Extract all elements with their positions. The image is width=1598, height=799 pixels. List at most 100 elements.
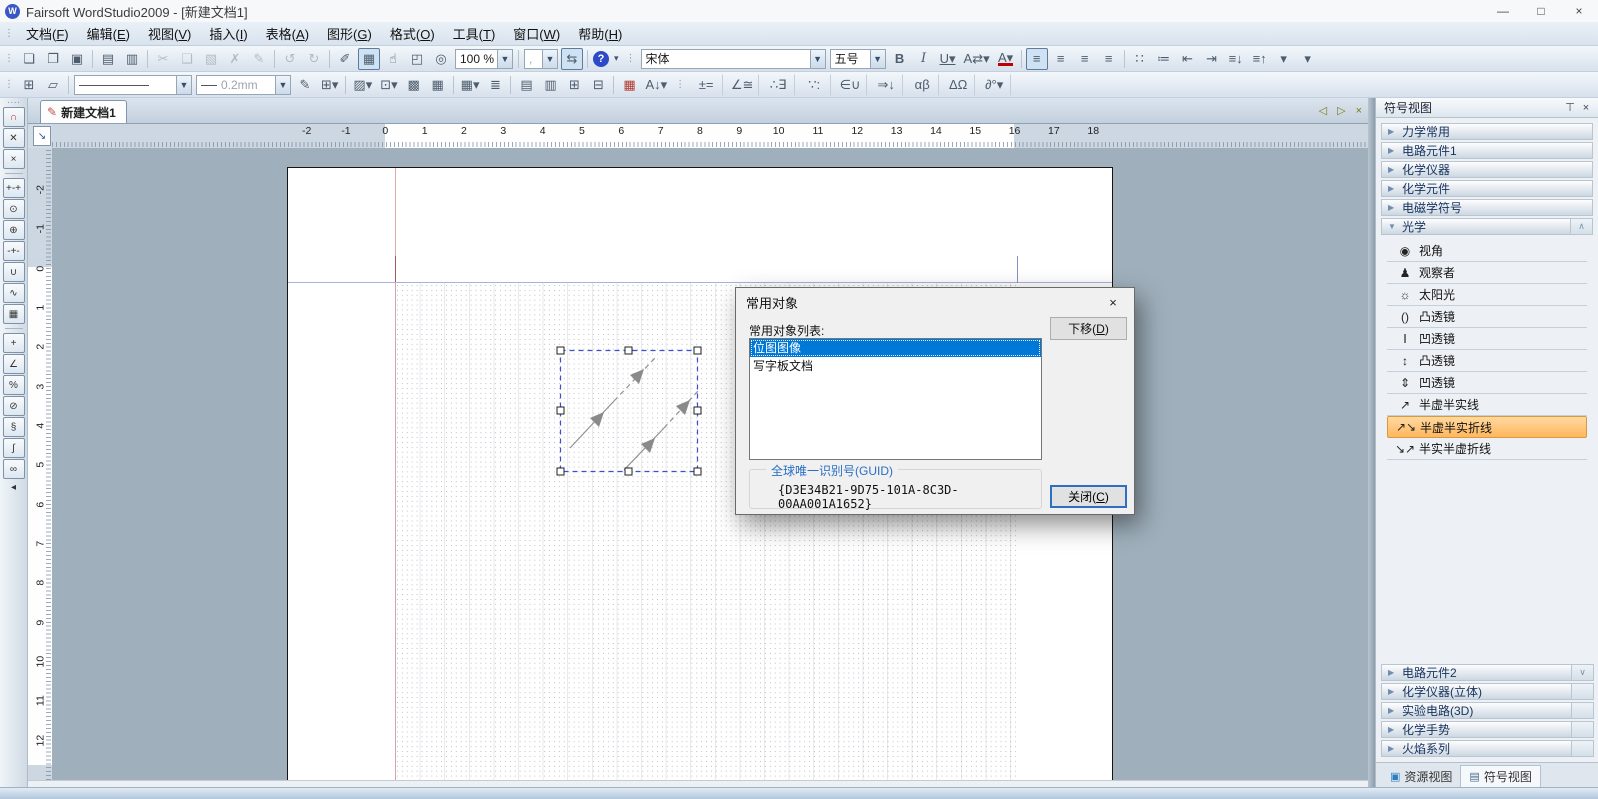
fill-effect-button[interactable]: ▨▾ xyxy=(350,74,375,96)
snap-grid-button[interactable]: ▦ xyxy=(3,304,25,324)
tab-resource-view[interactable]: ▣ 资源视图 xyxy=(1382,765,1460,787)
snap-midpoint-button[interactable]: -+- xyxy=(3,241,25,261)
category-experiment-circuit-3d[interactable]: ▶ 实验电路(3D) xyxy=(1381,702,1594,719)
list-item-bitmap-image[interactable]: 位图图像 xyxy=(750,339,1041,357)
print-preview-button[interactable]: ▥ xyxy=(121,48,143,70)
style-combo[interactable]: , ▼ xyxy=(524,49,558,69)
table-gridlines-button[interactable]: ▦ xyxy=(618,74,640,96)
math-arrow-button[interactable]: ⇒↓ xyxy=(869,74,903,96)
para-dropdown-button[interactable]: ▾ xyxy=(1273,48,1295,70)
spacing-increase-button[interactable]: ≡↑ xyxy=(1249,48,1271,70)
collapse-toolbar-button[interactable]: ◂ xyxy=(11,482,16,493)
scroll-down-icon[interactable] xyxy=(1571,684,1593,699)
redo-button[interactable]: ↻ xyxy=(303,48,325,70)
table-properties-button[interactable]: ≣ xyxy=(484,74,506,96)
split-cells-button[interactable]: ⊟ xyxy=(587,74,609,96)
math-element-button[interactable]: ∈∪ xyxy=(833,74,867,96)
category-electromagnetic[interactable]: ▶ 电磁学符号 xyxy=(1381,199,1593,216)
category-mechanics[interactable]: ▶ 力学常用 xyxy=(1381,123,1593,140)
zoom-button[interactable]: ◎ xyxy=(430,48,452,70)
menu-view[interactable]: 视图(V) xyxy=(139,21,200,46)
tab-symbol-view[interactable]: ▤ 符号视图 xyxy=(1460,765,1540,787)
zoom-rect-button[interactable]: ◰ xyxy=(406,48,428,70)
dialog-close-icon[interactable]: × xyxy=(1092,288,1134,317)
menu-help[interactable]: 帮助(H) xyxy=(569,21,631,46)
tab-scroll-left-button[interactable]: ◁ xyxy=(1314,104,1332,117)
tab-scroll-right-button[interactable]: ▷ xyxy=(1332,104,1350,117)
snap-spline-button[interactable]: § xyxy=(3,417,25,437)
draw-line-button[interactable]: ✎ xyxy=(294,74,316,96)
chevron-down-icon[interactable]: ▼ xyxy=(542,50,557,68)
save-button[interactable]: ▣ xyxy=(66,48,88,70)
scroll-down-icon[interactable] xyxy=(1571,722,1593,737)
hatch-light-button[interactable]: ▦ xyxy=(427,74,449,96)
item-view-angle[interactable]: ◉ 视角 xyxy=(1387,240,1587,262)
math-therefore-button[interactable]: ∴∃ xyxy=(761,74,795,96)
delete-button[interactable]: ✗ xyxy=(224,48,246,70)
menu-document[interactable]: 文档(F) xyxy=(17,21,78,46)
snap-perpendicular-button[interactable]: ⊘ xyxy=(3,396,25,416)
eraser-button[interactable]: ▱ xyxy=(42,74,64,96)
category-optics[interactable]: ▼ 光学 ∧ xyxy=(1381,218,1593,235)
category-circuit-2[interactable]: ▶ 电路元件2 ∨ xyxy=(1381,664,1594,681)
indent-decrease-button[interactable]: ⇤ xyxy=(1177,48,1199,70)
hatch-dense-button[interactable]: ▩ xyxy=(403,74,425,96)
snap-quadrant-button[interactable]: ⊕ xyxy=(3,220,25,240)
region-edit-button[interactable]: ⊞ xyxy=(18,74,40,96)
scroll-down-icon[interactable]: ∨ xyxy=(1571,665,1593,680)
chevron-down-icon[interactable]: ▼ xyxy=(275,76,290,94)
char-scale-button[interactable]: A⇄▾ xyxy=(961,48,993,70)
grid-toggle-button[interactable]: ▦ xyxy=(358,48,380,70)
font-color-button[interactable]: A▾ xyxy=(995,48,1017,70)
document-tab[interactable]: ✎ 新建文档1 xyxy=(40,100,127,123)
math-delta-button[interactable]: ΔΩ xyxy=(941,74,975,96)
copy-button[interactable]: ❑ xyxy=(176,48,198,70)
item-half-dashed-solid-line[interactable]: ↗ 半虚半实线 xyxy=(1387,394,1587,416)
underline-button[interactable]: U▾ xyxy=(937,48,959,70)
print-button[interactable]: ▤ xyxy=(97,48,119,70)
snap-angle-button[interactable]: ∠ xyxy=(3,354,25,374)
insert-table-button[interactable]: ▦▾ xyxy=(458,74,483,96)
merge-cells-button[interactable]: ⊞ xyxy=(563,74,585,96)
math-plusequal-button[interactable]: ±= xyxy=(689,74,723,96)
italic-button[interactable]: I xyxy=(913,48,935,70)
menu-table[interactable]: 表格(A) xyxy=(257,21,318,46)
chevron-down-icon[interactable]: ▾ xyxy=(611,53,622,64)
category-chem-instruments[interactable]: ▶ 化学仪器 xyxy=(1381,161,1593,178)
tab-close-button[interactable]: × xyxy=(1351,105,1367,117)
item-concave-lens[interactable]: Ⅰ 凹透镜 xyxy=(1387,328,1587,350)
spacing-decrease-button[interactable]: ≡↓ xyxy=(1225,48,1247,70)
pan-button[interactable]: ☝ xyxy=(382,48,404,70)
open-button[interactable]: ❐ xyxy=(42,48,64,70)
scroll-down-icon[interactable] xyxy=(1571,741,1593,756)
wrap-button[interactable]: ⇆ xyxy=(561,48,583,70)
item-half-solid-dashed-polyline[interactable]: ↘↗ 半实半虚折线 xyxy=(1387,438,1587,460)
scroll-down-icon[interactable] xyxy=(1571,703,1593,718)
math-partial-button[interactable]: ∂°▾ xyxy=(977,74,1011,96)
move-down-button[interactable]: 下移(D) xyxy=(1050,317,1127,340)
snap-loop-button[interactable]: ∞ xyxy=(3,459,25,479)
new-button[interactable]: ❏ xyxy=(18,48,40,70)
menu-window[interactable]: 窗口(W) xyxy=(504,21,569,46)
toolbar-options-button[interactable]: ▾ xyxy=(1297,48,1319,70)
format-painter-button[interactable]: ✎ xyxy=(248,48,270,70)
snap-percent-button[interactable]: % xyxy=(3,375,25,395)
pin-icon[interactable]: ⊤ xyxy=(1562,100,1578,116)
insert-column-button[interactable]: ▥ xyxy=(539,74,561,96)
snap-nearest-button[interactable]: ∪ xyxy=(3,262,25,282)
item-convex-lens[interactable]: () 凸透镜 xyxy=(1387,306,1587,328)
item-sunlight[interactable]: ☼ 太阳光 xyxy=(1387,284,1587,306)
numbering-button[interactable]: ≔ xyxy=(1153,48,1175,70)
item-observer[interactable]: ♟ 观察者 xyxy=(1387,262,1587,284)
bullets-button[interactable]: ∷ xyxy=(1129,48,1151,70)
math-because-button[interactable]: ∵: xyxy=(797,74,831,96)
item-half-dashed-solid-polyline[interactable]: ↗↘ 半虚半实折线 xyxy=(1387,416,1587,438)
cut-button[interactable]: ✂ xyxy=(152,48,174,70)
chevron-down-icon[interactable]: ▼ xyxy=(176,76,191,94)
math-angle-button[interactable]: ∠≅ xyxy=(725,74,759,96)
dialog-title-bar[interactable]: 常用对象 × xyxy=(736,288,1134,317)
snap-point-button[interactable]: + xyxy=(3,333,25,353)
snap-endpoint-button[interactable]: +-+ xyxy=(3,178,25,198)
chevron-down-icon[interactable]: ▼ xyxy=(810,50,825,68)
text-frame-button[interactable]: ⊡▾ xyxy=(377,74,400,96)
